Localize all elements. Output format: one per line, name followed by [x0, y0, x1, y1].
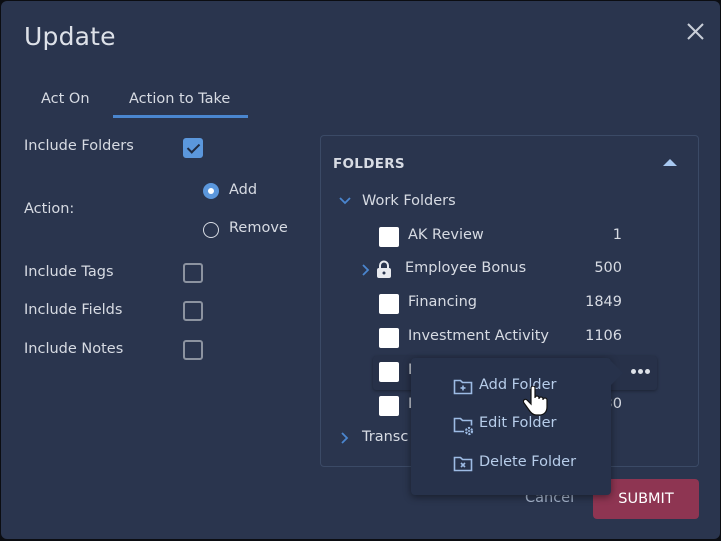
include-fields-label: Include Fields	[24, 302, 123, 318]
menu-item-delete-folder[interactable]: Delete Folder	[453, 451, 603, 477]
folder-checkbox[interactable]	[379, 396, 399, 416]
include-tags-checkbox[interactable]	[183, 263, 203, 283]
tab-act-on[interactable]: Act On	[41, 91, 90, 107]
folder-add-icon	[453, 379, 473, 395]
menu-item-label: Delete Folder	[479, 454, 577, 470]
dot-icon	[638, 369, 643, 374]
folders-panel-title: FOLDERS	[333, 156, 405, 172]
context-menu: Add Folder Edit Folder Delete Folder	[411, 358, 623, 495]
dialog-title: Update	[24, 22, 116, 51]
folder-count: 1	[612, 227, 622, 243]
folder-checkbox[interactable]	[379, 328, 399, 348]
include-folders-label: Include Folders	[24, 138, 134, 154]
hand-pointer-icon	[523, 386, 548, 416]
dot-icon	[645, 369, 650, 374]
caret-up-icon[interactable]	[663, 159, 677, 166]
include-fields-checkbox[interactable]	[183, 301, 203, 321]
folder-count: 1849	[585, 294, 622, 310]
folder-label[interactable]: AK Review	[408, 227, 484, 243]
action-remove-label: Remove	[229, 220, 288, 236]
include-folders-checkbox[interactable]	[183, 138, 203, 158]
more-options-button[interactable]	[631, 367, 651, 377]
include-tags-label: Include Tags	[24, 264, 114, 280]
folder-count: 500	[594, 260, 622, 276]
chevron-down-icon[interactable]	[338, 196, 352, 206]
folder-label[interactable]: Employee Bonus	[405, 260, 526, 276]
action-add-label: Add	[229, 182, 258, 198]
chevron-right-icon[interactable]	[340, 431, 350, 445]
lock-icon	[377, 260, 391, 278]
folder-checkbox[interactable]	[379, 294, 399, 314]
folder-label[interactable]: Investment Activity	[408, 328, 549, 344]
folder-label[interactable]: Financing	[408, 294, 477, 310]
tree-root-transc[interactable]: Transc	[362, 429, 408, 445]
dot-icon	[631, 369, 636, 374]
include-notes-label: Include Notes	[24, 341, 124, 357]
action-remove-radio[interactable]	[203, 222, 219, 238]
action-add-radio[interactable]	[203, 183, 219, 199]
action-label: Action:	[24, 201, 75, 217]
folder-delete-icon	[453, 456, 473, 472]
tree-root-work-folders[interactable]: Work Folders	[362, 193, 456, 209]
tab-action-to-take[interactable]: Action to Take	[129, 91, 265, 107]
folder-count: 1106	[585, 328, 622, 344]
folder-settings-icon	[453, 417, 474, 436]
close-button[interactable]	[685, 21, 707, 43]
close-icon	[687, 23, 704, 40]
active-tab-indicator	[113, 115, 248, 118]
folder-checkbox[interactable]	[379, 362, 399, 382]
folder-checkbox[interactable]	[379, 227, 399, 247]
chevron-right-icon[interactable]	[361, 263, 371, 277]
update-dialog: Update Act On Action to Take Include Fol…	[1, 1, 720, 539]
include-notes-checkbox[interactable]	[183, 340, 203, 360]
